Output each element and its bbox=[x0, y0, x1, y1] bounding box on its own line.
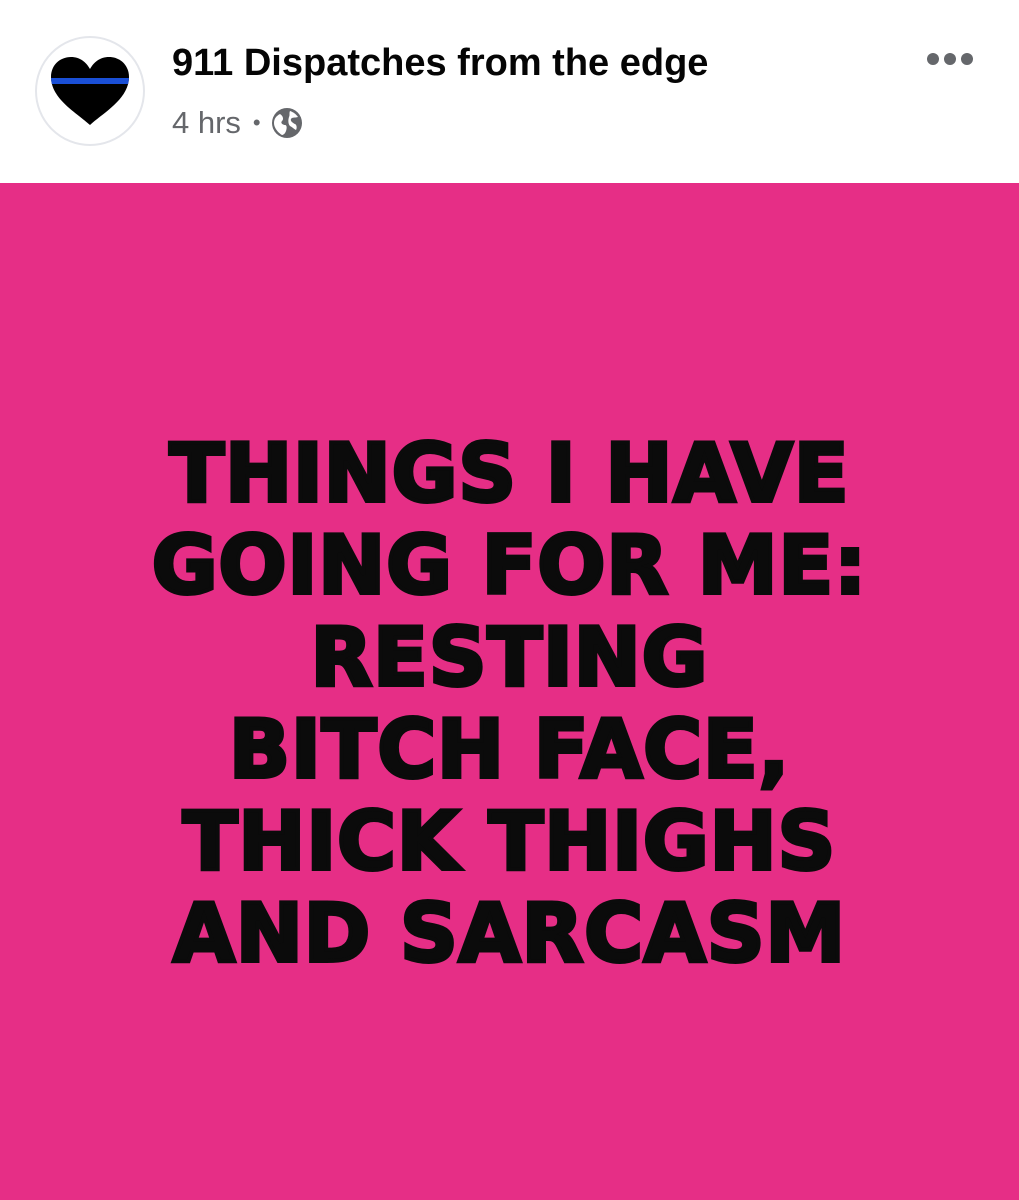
more-options-icon-dot bbox=[961, 53, 973, 65]
meta-separator: • bbox=[252, 110, 261, 135]
meme-line: RESTING bbox=[309, 610, 710, 706]
meme-text: THINGS I HAVE GOING FOR ME: RESTING BITC… bbox=[0, 426, 1019, 982]
more-options-button[interactable] bbox=[920, 44, 980, 74]
meme-line: THINGS I HAVE bbox=[168, 426, 851, 522]
thin-blue-line-heart-icon bbox=[51, 57, 129, 125]
meme-line: THICK THIGHS bbox=[181, 794, 837, 890]
post-image[interactable]: THINGS I HAVE GOING FOR ME: RESTING BITC… bbox=[0, 183, 1019, 1200]
more-options-icon bbox=[927, 53, 939, 65]
meme-line: GOING FOR ME: bbox=[150, 518, 868, 614]
meme-line: AND SARCASM bbox=[171, 886, 847, 982]
post-timestamp[interactable]: 4 hrs bbox=[172, 105, 241, 141]
page-avatar[interactable] bbox=[35, 36, 145, 146]
globe-icon[interactable] bbox=[271, 107, 303, 139]
meme-line: BITCH FACE, bbox=[227, 702, 791, 798]
post-header: 911 Dispatches from the edge 4 hrs • bbox=[0, 0, 1019, 183]
more-options-icon-dot bbox=[944, 53, 956, 65]
page-name[interactable]: 911 Dispatches from the edge bbox=[172, 40, 708, 86]
post-meta: 4 hrs • bbox=[172, 101, 303, 145]
